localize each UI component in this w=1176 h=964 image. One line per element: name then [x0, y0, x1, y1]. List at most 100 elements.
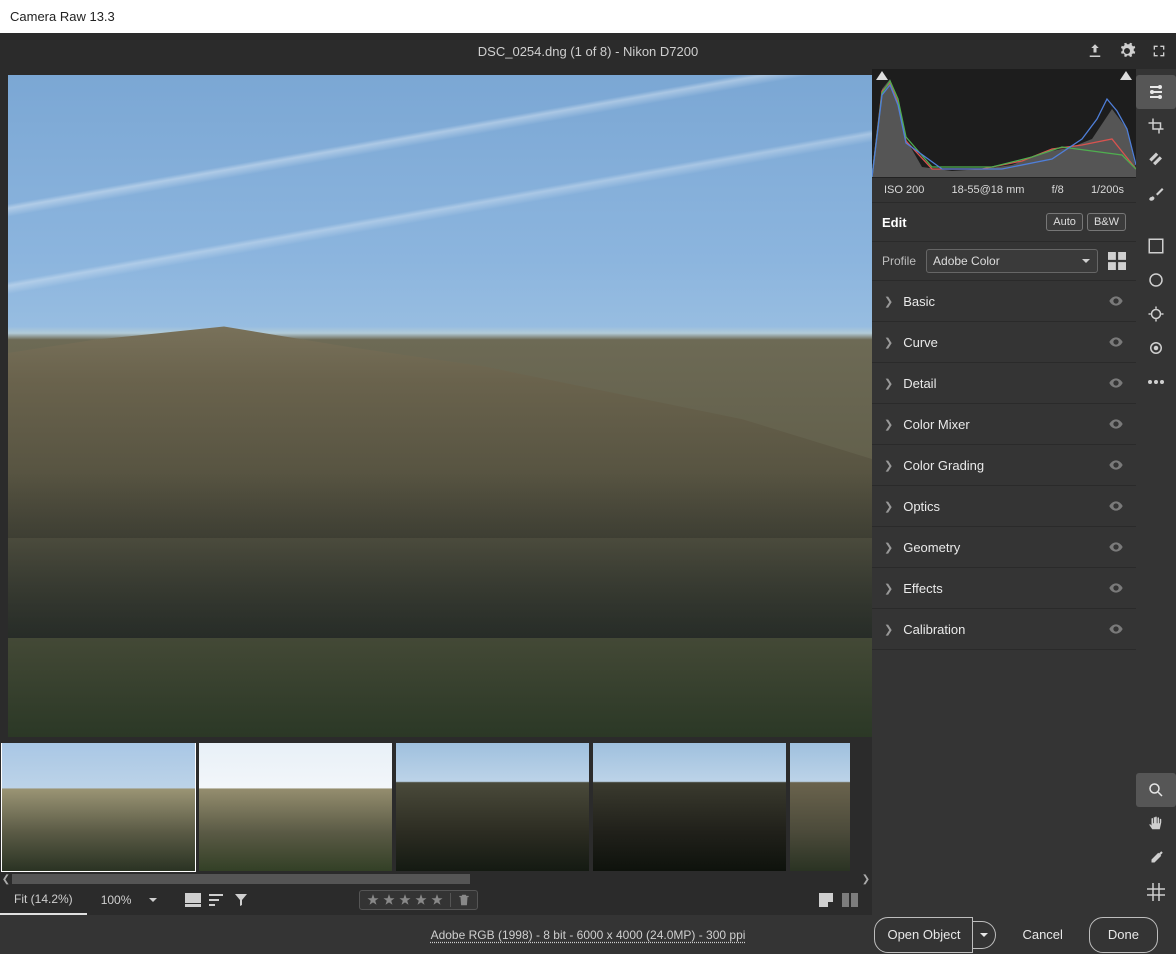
scroll-left-icon[interactable]: ❮ — [0, 873, 12, 885]
chevron-right-icon: ❯ — [884, 623, 893, 636]
hand-tool-icon[interactable] — [1136, 807, 1176, 841]
bw-button[interactable]: B&W — [1087, 213, 1126, 231]
exif-bar: ISO 200 18-55@18 mm f/8 1/200s — [872, 178, 1136, 203]
healing-tool-icon[interactable] — [1136, 143, 1176, 177]
zoom-100-button[interactable]: 100% — [87, 886, 146, 914]
panel-calibration[interactable]: ❯ Calibration — [872, 609, 1136, 650]
cancel-button[interactable]: Cancel — [1014, 918, 1070, 952]
panel-color-mixer[interactable]: ❯ Color Mixer — [872, 404, 1136, 445]
exif-aperture: f/8 — [1052, 184, 1064, 196]
image-viewer[interactable] — [8, 75, 872, 737]
panel-label: Effects — [903, 581, 943, 596]
panel-label: Basic — [903, 294, 935, 309]
chevron-right-icon: ❯ — [884, 295, 893, 308]
panel-label: Geometry — [903, 540, 960, 555]
exif-lens: 18-55@18 mm — [952, 184, 1025, 196]
document-header: DSC_0254.dng (1 of 8) - Nikon D7200 — [0, 33, 1176, 69]
profile-label: Profile — [882, 254, 916, 268]
eyedropper-icon[interactable] — [1136, 297, 1176, 331]
profile-select[interactable]: Adobe Color — [926, 249, 1098, 273]
redeye-tool-icon[interactable] — [1136, 331, 1176, 365]
chevron-right-icon: ❯ — [884, 336, 893, 349]
thumbnail[interactable] — [396, 743, 589, 871]
thumbnail[interactable] — [199, 743, 392, 871]
settings-icon[interactable] — [1118, 42, 1136, 60]
visibility-icon[interactable] — [1108, 334, 1124, 350]
panel-basic[interactable]: ❯ Basic — [872, 281, 1136, 322]
workflow-link[interactable]: Adobe RGB (1998) - 8 bit - 6000 x 4000 (… — [431, 928, 746, 942]
compare-view-icon[interactable] — [838, 888, 862, 912]
chevron-right-icon: ❯ — [884, 500, 893, 513]
panel-label: Calibration — [903, 622, 965, 637]
preview-image — [8, 75, 872, 737]
exif-shutter: 1/200s — [1091, 184, 1124, 196]
auto-button[interactable]: Auto — [1046, 213, 1083, 231]
sort-icon[interactable] — [205, 888, 229, 912]
panel-geometry[interactable]: ❯ Geometry — [872, 527, 1136, 568]
status-bar: Adobe RGB (1998) - 8 bit - 6000 x 4000 (… — [0, 915, 1176, 954]
edit-title: Edit — [882, 215, 907, 230]
fullscreen-icon[interactable] — [1150, 42, 1168, 60]
grid-tool-icon[interactable] — [1136, 875, 1176, 909]
crop-tool-icon[interactable] — [1136, 109, 1176, 143]
visibility-icon[interactable] — [1108, 293, 1124, 309]
panel-label: Optics — [903, 499, 940, 514]
panel-label: Color Grading — [903, 458, 984, 473]
export-icon[interactable] — [1086, 42, 1104, 60]
panel-color-grading[interactable]: ❯ Color Grading — [872, 445, 1136, 486]
open-dropdown-icon[interactable] — [973, 921, 996, 949]
single-view-icon[interactable] — [814, 888, 838, 912]
thumbnail[interactable] — [2, 743, 195, 871]
thumbnail[interactable] — [593, 743, 786, 871]
open-object-button[interactable]: Open Object — [874, 917, 973, 953]
done-button[interactable]: Done — [1089, 917, 1158, 953]
visibility-icon[interactable] — [1108, 457, 1124, 473]
panel-label: Color Mixer — [903, 417, 969, 432]
panel-effects[interactable]: ❯ Effects — [872, 568, 1136, 609]
visibility-icon[interactable] — [1108, 621, 1124, 637]
app-title: Camera Raw 13.3 — [10, 9, 115, 24]
panel-curve[interactable]: ❯ Curve — [872, 322, 1136, 363]
view-mode-icon[interactable] — [181, 888, 205, 912]
scrollbar-track[interactable] — [12, 874, 860, 884]
zoom-tool-icon[interactable] — [1136, 773, 1176, 807]
panel-label: Detail — [903, 376, 936, 391]
panel-optics[interactable]: ❯ Optics — [872, 486, 1136, 527]
thumbnail[interactable] — [790, 743, 850, 871]
filter-icon[interactable] — [229, 888, 253, 912]
sampler-tool-icon[interactable] — [1136, 841, 1176, 875]
exif-iso: ISO 200 — [884, 184, 924, 196]
zoom-dropdown[interactable] — [145, 886, 161, 914]
radial-gradient-icon[interactable] — [1136, 263, 1176, 297]
scrollbar-thumb[interactable] — [12, 874, 470, 884]
profile-browser-icon[interactable] — [1108, 252, 1126, 270]
chevron-right-icon: ❯ — [884, 377, 893, 390]
edit-tool-icon[interactable] — [1136, 75, 1176, 109]
chevron-right-icon: ❯ — [884, 541, 893, 554]
viewer-toolbar: Fit (14.2%) 100% — [0, 885, 872, 915]
chevron-right-icon: ❯ — [884, 459, 893, 472]
rating-stars[interactable] — [359, 890, 478, 910]
panel-detail[interactable]: ❯ Detail — [872, 363, 1136, 404]
edit-header: Edit Auto B&W — [872, 203, 1136, 242]
visibility-icon[interactable] — [1108, 375, 1124, 391]
delete-icon[interactable] — [450, 893, 471, 907]
tool-column — [1136, 69, 1176, 915]
chevron-right-icon: ❯ — [884, 418, 893, 431]
linear-gradient-icon[interactable] — [1136, 229, 1176, 263]
visibility-icon[interactable] — [1108, 580, 1124, 596]
filmstrip-scrollbar[interactable]: ❮ ❯ — [0, 873, 872, 885]
profile-value: Adobe Color — [933, 254, 1000, 268]
zoom-fit-button[interactable]: Fit (14.2%) — [0, 885, 87, 915]
histogram[interactable] — [872, 69, 1136, 178]
window-titlebar: Camera Raw 13.3 — [0, 0, 1176, 33]
panel-label: Curve — [903, 335, 938, 350]
brush-tool-icon[interactable] — [1136, 177, 1176, 211]
chevron-right-icon: ❯ — [884, 582, 893, 595]
profile-row: Profile Adobe Color — [872, 242, 1136, 281]
visibility-icon[interactable] — [1108, 416, 1124, 432]
visibility-icon[interactable] — [1108, 498, 1124, 514]
visibility-icon[interactable] — [1108, 539, 1124, 555]
scroll-right-icon[interactable]: ❯ — [860, 873, 872, 885]
more-icon[interactable] — [1136, 365, 1176, 399]
